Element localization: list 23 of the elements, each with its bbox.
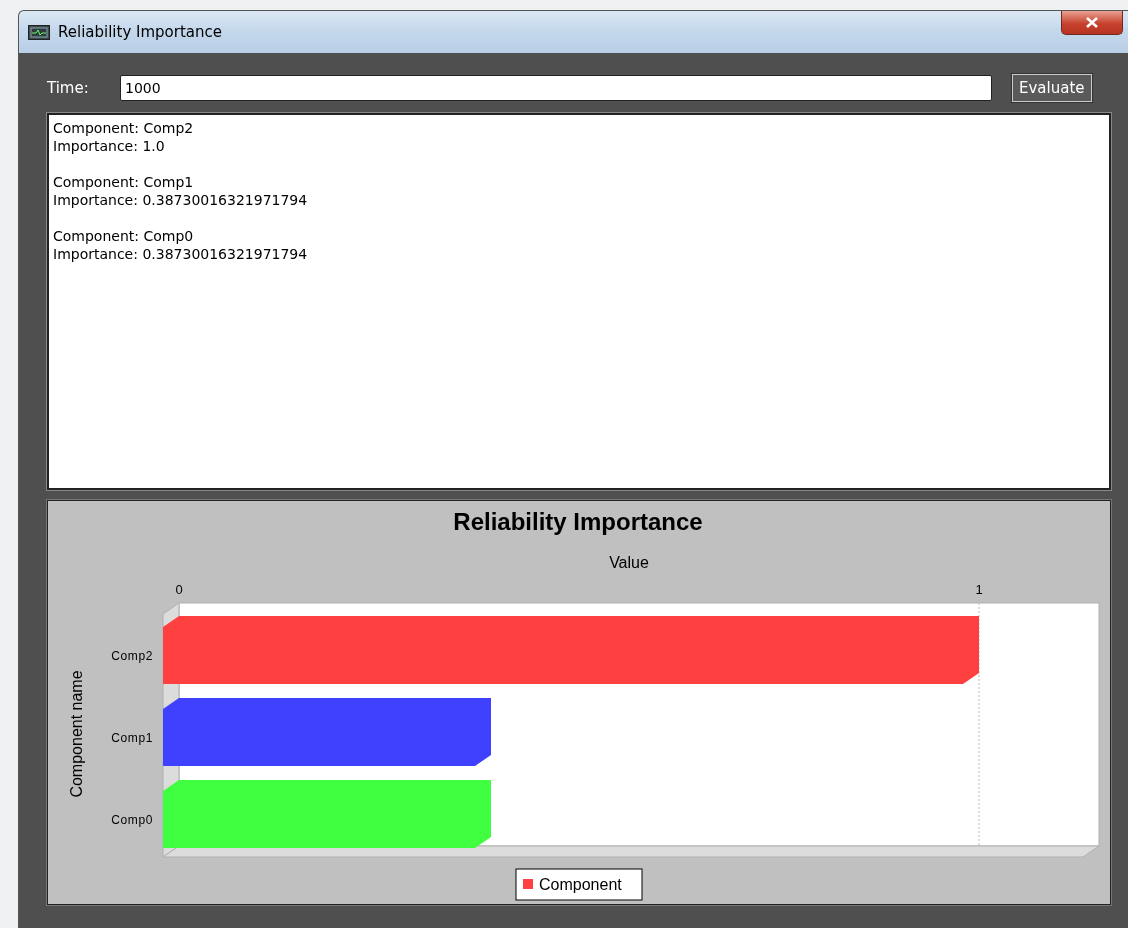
importance-line: Importance: 0.38730016321971794	[53, 191, 308, 209]
evaluate-button[interactable]: Evaluate	[1012, 74, 1092, 102]
category-label: Comp2	[111, 648, 153, 663]
importance-line: Importance: 1.0	[53, 137, 165, 155]
tick-label: 0	[175, 582, 183, 597]
axis-title: Component name	[68, 670, 85, 798]
time-label: Time:	[47, 79, 90, 97]
tick-label: 1	[975, 582, 983, 597]
component-line: Component: Comp1	[53, 173, 194, 191]
window-icon	[28, 24, 50, 40]
component-line: Component: Comp2	[53, 119, 194, 137]
window-title: Reliability Importance	[58, 23, 222, 41]
axis-title: Value	[609, 554, 649, 571]
legend-label: Component	[539, 876, 623, 893]
category-label: Comp1	[111, 730, 153, 745]
category-label: Comp0	[111, 812, 153, 827]
legend: Component	[515, 868, 643, 901]
importance-line: Importance: 0.38730016321971794	[53, 245, 308, 263]
close-icon	[1086, 17, 1098, 28]
close-button[interactable]	[1061, 11, 1123, 35]
component-line: Component: Comp0	[53, 227, 194, 245]
chart-title: Reliability Importance	[453, 508, 703, 535]
time-field[interactable]: 1000	[120, 75, 992, 101]
